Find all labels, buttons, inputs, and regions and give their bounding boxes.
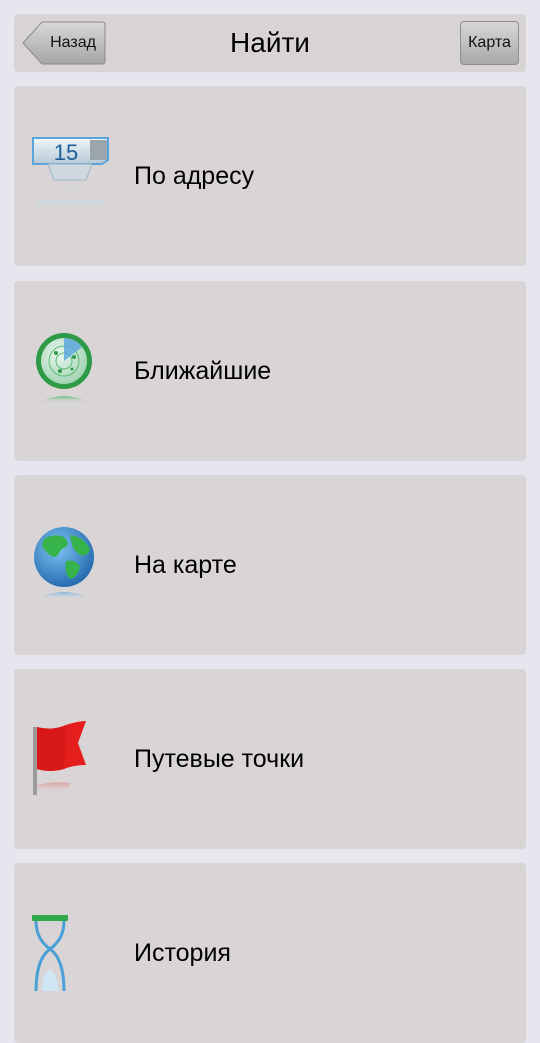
menu-item-by-address[interactable]: 15 По адресу — [14, 86, 526, 266]
address-sign-number: 15 — [54, 140, 78, 165]
menu-item-waypoints[interactable]: Путевые точки — [14, 669, 526, 849]
menu-item-label: Ближайшие — [134, 357, 272, 385]
menu-item-label: На карте — [134, 551, 237, 579]
menu-item-nearby[interactable]: Ближайшие — [14, 281, 526, 461]
menu-item-label: По адресу — [134, 162, 255, 190]
header-bar: Назад Найти Карта — [14, 14, 526, 72]
menu-item-label: История — [134, 939, 231, 967]
page-title: Найти — [230, 27, 310, 58]
menu-item-history[interactable]: История — [14, 863, 526, 1043]
flag-icon — [33, 721, 86, 795]
globe-icon — [34, 527, 94, 599]
menu-item-label: Путевые точки — [134, 745, 305, 773]
menu-item-on-map[interactable]: На карте — [14, 475, 526, 655]
map-button[interactable]: Карта — [460, 21, 519, 65]
address-sign-icon: 15 — [32, 137, 109, 210]
hourglass-icon — [32, 915, 68, 992]
radar-icon — [36, 333, 92, 403]
